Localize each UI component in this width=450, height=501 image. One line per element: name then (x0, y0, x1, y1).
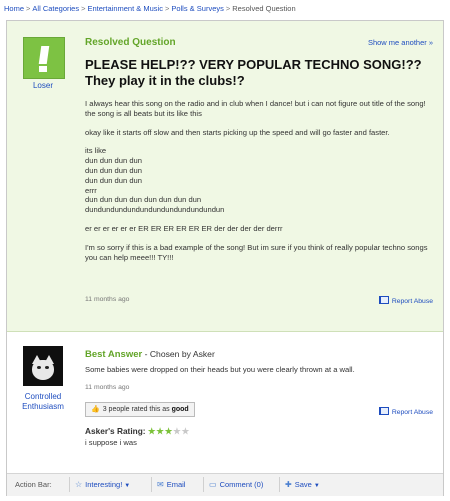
lyrics-line: errr (85, 185, 97, 195)
best-answer-section: Controlled Enthusiasm Best Answer - Chos… (7, 332, 443, 462)
question-page-panel: Loser Resolved Question Show me another … (6, 20, 444, 496)
thumbs-up-icon: 👍 (91, 406, 100, 413)
question-body: I always hear this song on the radio and… (85, 99, 430, 271)
breadcrumb-home[interactable]: Home (4, 4, 24, 13)
cat-eye-icon (45, 366, 49, 369)
lyrics-lines: its like dun dun dun dun dun dun dun dun… (85, 146, 430, 215)
flag-icon (378, 407, 389, 415)
lyrics-line: dun dun dun dun (85, 165, 143, 175)
question-paragraph: I always hear this song on the radio and… (85, 99, 426, 118)
cat-face-icon (32, 360, 54, 380)
action-bar: Action Bar: ☆ Interesting! ▼ ✉ Email ▭ Comme… (7, 473, 443, 496)
cat-eye-icon (37, 366, 41, 369)
resolved-question-heading: Resolved Question (85, 37, 176, 48)
exclamation-icon (38, 46, 50, 64)
asker-avatar[interactable] (23, 37, 65, 79)
rated-good-badge[interactable]: 👍 3 people rated this as good (85, 402, 195, 417)
chosen-by-text: - Chosen by Asker (144, 349, 215, 359)
interesting-button[interactable]: ☆ Interesting! ▼ (69, 477, 135, 492)
breadcrumb-all-categories[interactable]: All Categories (32, 4, 79, 13)
question-timestamp: 11 months ago (85, 296, 130, 303)
star-empty-icon: ★★ (173, 426, 191, 436)
answerer-name-link[interactable]: Controlled Enthusiasm (7, 392, 79, 412)
interesting-label: Interesting! (85, 480, 123, 489)
breadcrumb-separator: > (164, 4, 170, 13)
speech-bubble-icon: ▭ (209, 480, 217, 489)
lyrics-line: dun dun dun dun dun dun dun dun (85, 195, 202, 205)
asker-rating: Asker's Rating: ★★★★★ (85, 426, 190, 436)
envelope-icon: ✉ (157, 480, 164, 489)
best-answer-label: Best Answer (85, 349, 143, 360)
question-title: PLEASE HELP!?? VERY POPULAR TECHNO SONG!… (85, 57, 422, 88)
lyrics-line: its like (85, 146, 107, 156)
rating-stars: ★★★★★ (148, 426, 190, 436)
best-answer-heading: Best Answer - Chosen by Asker (85, 349, 215, 360)
star-filled-icon: ★★★ (147, 426, 174, 436)
show-me-another-link[interactable]: Show me another » (368, 38, 433, 47)
chevron-down-icon: ▼ (313, 483, 320, 489)
breadcrumb-polls[interactable]: Polls & Surveys (171, 4, 224, 13)
breadcrumb-separator: > (81, 4, 86, 13)
question-closing: I'm so sorry if this is a bad example of… (85, 242, 428, 262)
breadcrumb: Home > All Categories > Entertainment & Musi… (4, 4, 296, 13)
rated-value: good (171, 406, 189, 413)
report-abuse-label: Report Abuse (391, 298, 433, 305)
asker-name-link[interactable]: Loser (7, 81, 79, 90)
report-abuse-answer[interactable]: Report Abuse (378, 407, 433, 416)
exclamation-dot-icon (39, 66, 47, 72)
report-abuse-label: Report Abuse (391, 409, 433, 416)
question-paragraph: okay like it starts off slow and then st… (85, 127, 390, 137)
action-bar-label: Action Bar: (15, 480, 52, 489)
lyrics-line: dun dun dun dun (85, 175, 143, 185)
plus-icon: ✚ (285, 480, 292, 489)
email-label: Email (166, 480, 186, 489)
breadcrumb-separator: > (225, 4, 231, 13)
asker-comment: i suppose i was (85, 438, 137, 447)
question-er-line: er er er er er er ER ER ER ER ER ER der … (85, 223, 283, 233)
report-abuse-question[interactable]: Report Abuse (378, 296, 433, 305)
answerer-avatar[interactable] (23, 346, 63, 386)
comment-button[interactable]: ▭ Comment (0) (203, 477, 268, 492)
breadcrumb-separator: > (26, 4, 31, 13)
save-label: Save (294, 480, 312, 489)
question-box: Loser Resolved Question Show me another … (7, 21, 443, 332)
answer-body: Some babies were dropped on their heads … (85, 365, 355, 374)
breadcrumb-entertainment[interactable]: Entertainment & Music (88, 4, 163, 13)
email-button[interactable]: ✉ Email (151, 477, 190, 492)
asker-rating-label: Asker's Rating: (85, 426, 146, 436)
flag-icon (378, 296, 389, 304)
breadcrumb-current: Resolved Question (232, 4, 296, 13)
save-button[interactable]: ✚ Save ▼ (279, 477, 325, 492)
star-outline-icon: ☆ (75, 480, 83, 489)
chevron-down-icon: ▼ (124, 483, 131, 489)
comment-label: Comment (0) (219, 480, 264, 489)
answer-timestamp: 11 months ago (85, 384, 130, 391)
lyrics-line: dundundundundundundundundundundun (85, 205, 225, 215)
rated-text: 3 people rated this as (102, 406, 170, 413)
lyrics-line: dun dun dun dun (85, 156, 143, 166)
